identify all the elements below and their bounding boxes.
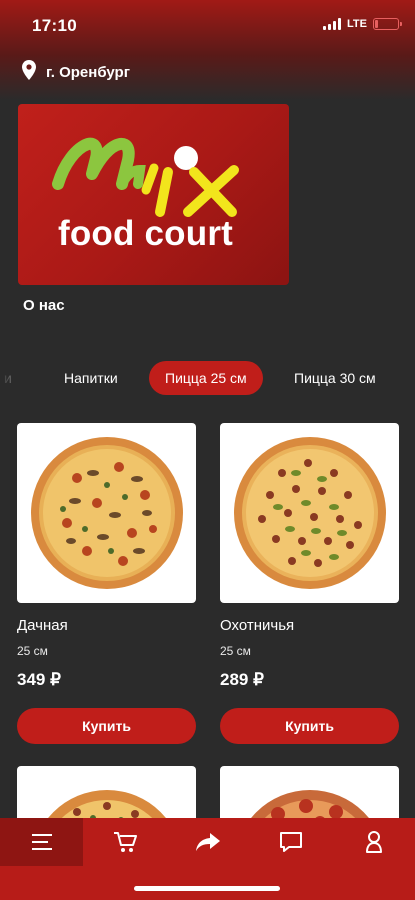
status-time: 17:10 <box>32 16 77 35</box>
network-label: LTE <box>347 18 367 30</box>
tab-drinks[interactable]: Напитки <box>64 361 118 395</box>
product-card[interactable] <box>220 766 399 826</box>
product-price: 289 ₽ <box>220 670 264 689</box>
signal-icon <box>323 18 342 30</box>
nav-chat[interactable] <box>249 818 332 866</box>
category-tabs: и Напитки Пицца 25 см Пицца 30 см <box>0 361 415 395</box>
buy-button[interactable]: Купить <box>17 708 196 744</box>
product-name: Охотничья <box>220 617 295 634</box>
tab-pizza-25[interactable]: Пицца 25 см <box>149 361 263 395</box>
nav-share[interactable] <box>166 818 249 866</box>
pizza-image <box>245 790 375 826</box>
product-size: 25 см <box>17 644 48 658</box>
status-bar: 17:10 LTE <box>0 0 415 52</box>
map-pin-icon <box>22 60 36 85</box>
location-selector[interactable]: г. Оренбург <box>22 60 130 85</box>
battery-level <box>375 20 379 28</box>
city-name: г. Оренбург <box>46 64 130 81</box>
pizza-okhotnichya-image <box>233 437 386 589</box>
logo-subtitle: food court <box>58 214 234 253</box>
product-card[interactable]: Дачная 25 см 349 ₽ Купить <box>17 423 196 744</box>
promo-banner[interactable]: food court <box>18 104 289 285</box>
tabs-fade <box>0 361 28 395</box>
product-image[interactable] <box>220 423 399 603</box>
profile-icon <box>365 831 382 853</box>
cart-icon <box>113 832 137 852</box>
tab-pizza-30[interactable]: Пицца 30 см <box>294 361 376 395</box>
product-card[interactable]: Охотничья 25 см 289 ₽ Купить <box>220 423 399 744</box>
product-name: Дачная <box>17 617 68 634</box>
product-card[interactable] <box>17 766 196 826</box>
nav-menu[interactable] <box>0 818 83 866</box>
product-size: 25 см <box>220 644 251 658</box>
buy-button[interactable]: Купить <box>220 708 399 744</box>
pizza-image <box>42 790 172 826</box>
battery-icon <box>373 18 402 30</box>
menu-icon <box>31 834 52 850</box>
mix-food-court-logo <box>52 137 239 217</box>
product-price: 349 ₽ <box>17 670 61 689</box>
chat-icon <box>279 832 302 852</box>
home-indicator <box>134 886 280 891</box>
nav-cart[interactable] <box>83 818 166 866</box>
about-us-label[interactable]: О нас <box>23 297 65 314</box>
pizza-dachnaya-image <box>30 437 183 589</box>
status-indicators: LTE <box>323 18 402 30</box>
product-image[interactable] <box>17 423 196 603</box>
nav-profile[interactable] <box>332 818 415 866</box>
share-icon <box>195 833 220 851</box>
